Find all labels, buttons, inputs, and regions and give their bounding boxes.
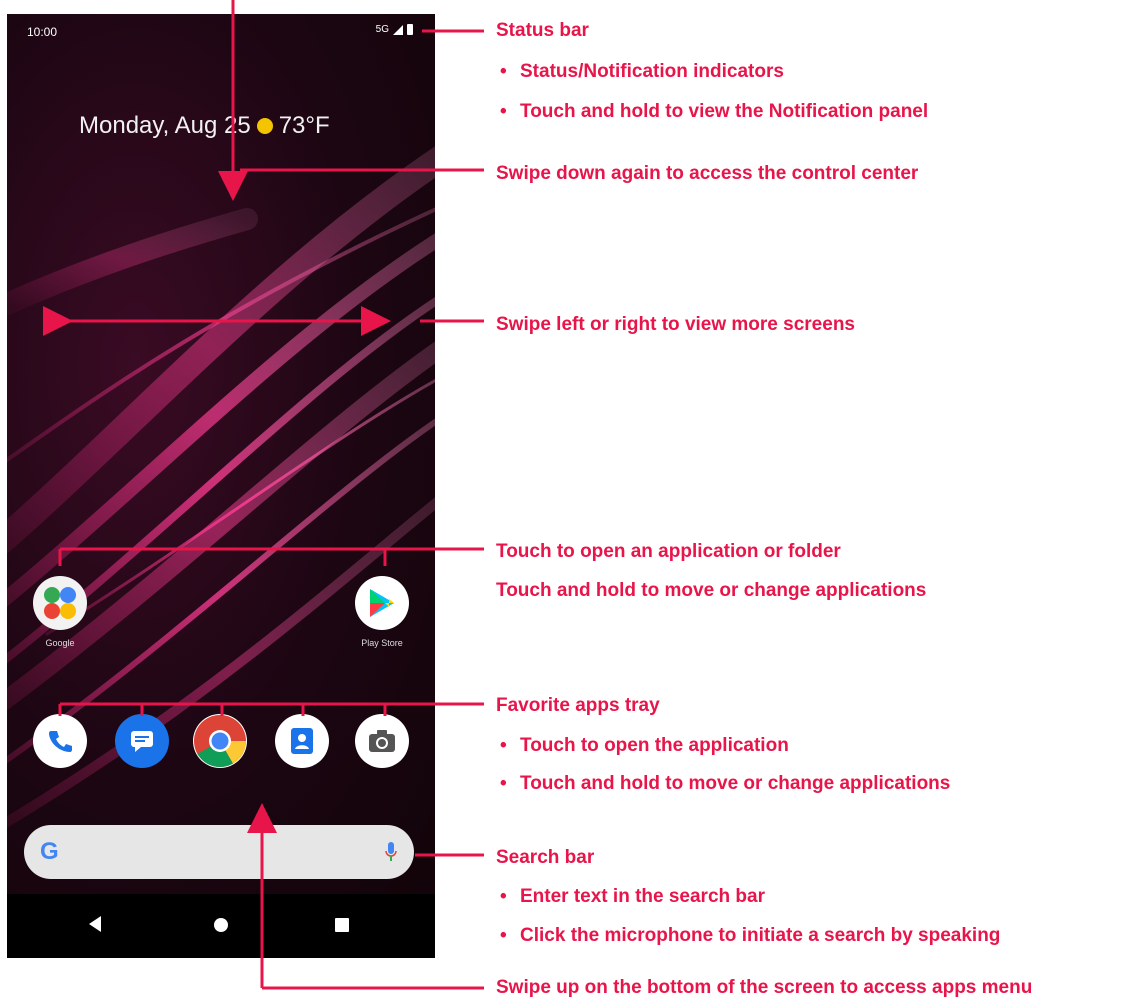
google-logo: G — [40, 838, 59, 865]
battery-icon — [407, 24, 413, 35]
google-folder[interactable]: Google — [33, 576, 87, 648]
search-bar[interactable]: G — [24, 825, 414, 879]
status-icons: 5G — [376, 24, 413, 35]
favorites-bullet-2: Touch and hold to move or change applica… — [498, 773, 950, 795]
camera-icon — [355, 714, 409, 768]
recents-icon[interactable] — [335, 918, 349, 932]
status-bar-bullet-1: Status/Notification indicators — [498, 61, 784, 83]
microphone-icon[interactable] — [384, 841, 398, 868]
date-text: Monday, Aug 25 — [79, 112, 251, 139]
status-bar-title: Status bar — [496, 20, 589, 41]
temperature-text: 73°F — [278, 112, 330, 139]
home-icon[interactable] — [214, 918, 228, 932]
network-type: 5G — [375, 24, 389, 35]
signal-icon — [393, 24, 403, 35]
wallpaper: 10:00 5G Monday, Aug 25 73°F Google Play… — [7, 14, 435, 894]
contacts-icon — [275, 714, 329, 768]
search-bar-title: Search bar — [496, 847, 595, 868]
back-icon[interactable] — [89, 916, 101, 932]
swipe-left-right-callout: Swipe left or right to view more screens — [496, 314, 855, 335]
phone-screen: 10:00 5G Monday, Aug 25 73°F Google Play… — [7, 14, 435, 958]
play-store-label: Play Store — [361, 638, 403, 648]
messages-app[interactable] — [115, 714, 169, 768]
folder-icon — [33, 576, 87, 630]
search-bullet-2: Click the microphone to initiate a searc… — [498, 925, 1000, 947]
move-app-callout: Touch and hold to move or change applica… — [496, 580, 927, 601]
status-time: 10:00 — [27, 25, 58, 39]
chrome-app[interactable] — [193, 714, 247, 768]
contacts-app[interactable] — [275, 714, 329, 768]
status-bar-bullet-2: Touch and hold to view the Notification … — [498, 101, 928, 123]
sun-icon — [256, 118, 273, 134]
swipe-down-callout: Swipe down again to access the control c… — [496, 163, 919, 184]
favorites-bullet-1: Touch to open the application — [498, 735, 789, 757]
play-store-icon — [355, 576, 409, 630]
chrome-icon — [193, 714, 247, 768]
search-bullet-1: Enter text in the search bar — [498, 886, 765, 908]
camera-app[interactable] — [355, 714, 409, 768]
phone-app[interactable] — [33, 714, 87, 768]
phone-icon — [33, 714, 87, 768]
open-app-callout: Touch to open an application or folder — [496, 541, 841, 562]
google-folder-label: Google — [45, 638, 75, 648]
swipe-up-callout: Swipe up on the bottom of the screen to … — [496, 977, 1033, 998]
messages-icon — [115, 714, 169, 768]
play-store-app[interactable]: Play Store — [355, 576, 409, 648]
status-bar[interactable]: 10:00 5G — [7, 14, 435, 54]
favorites-title: Favorite apps tray — [496, 695, 660, 716]
date-weather-widget[interactable]: Monday, Aug 25 73°F — [79, 112, 330, 140]
navigation-bar — [7, 894, 435, 958]
